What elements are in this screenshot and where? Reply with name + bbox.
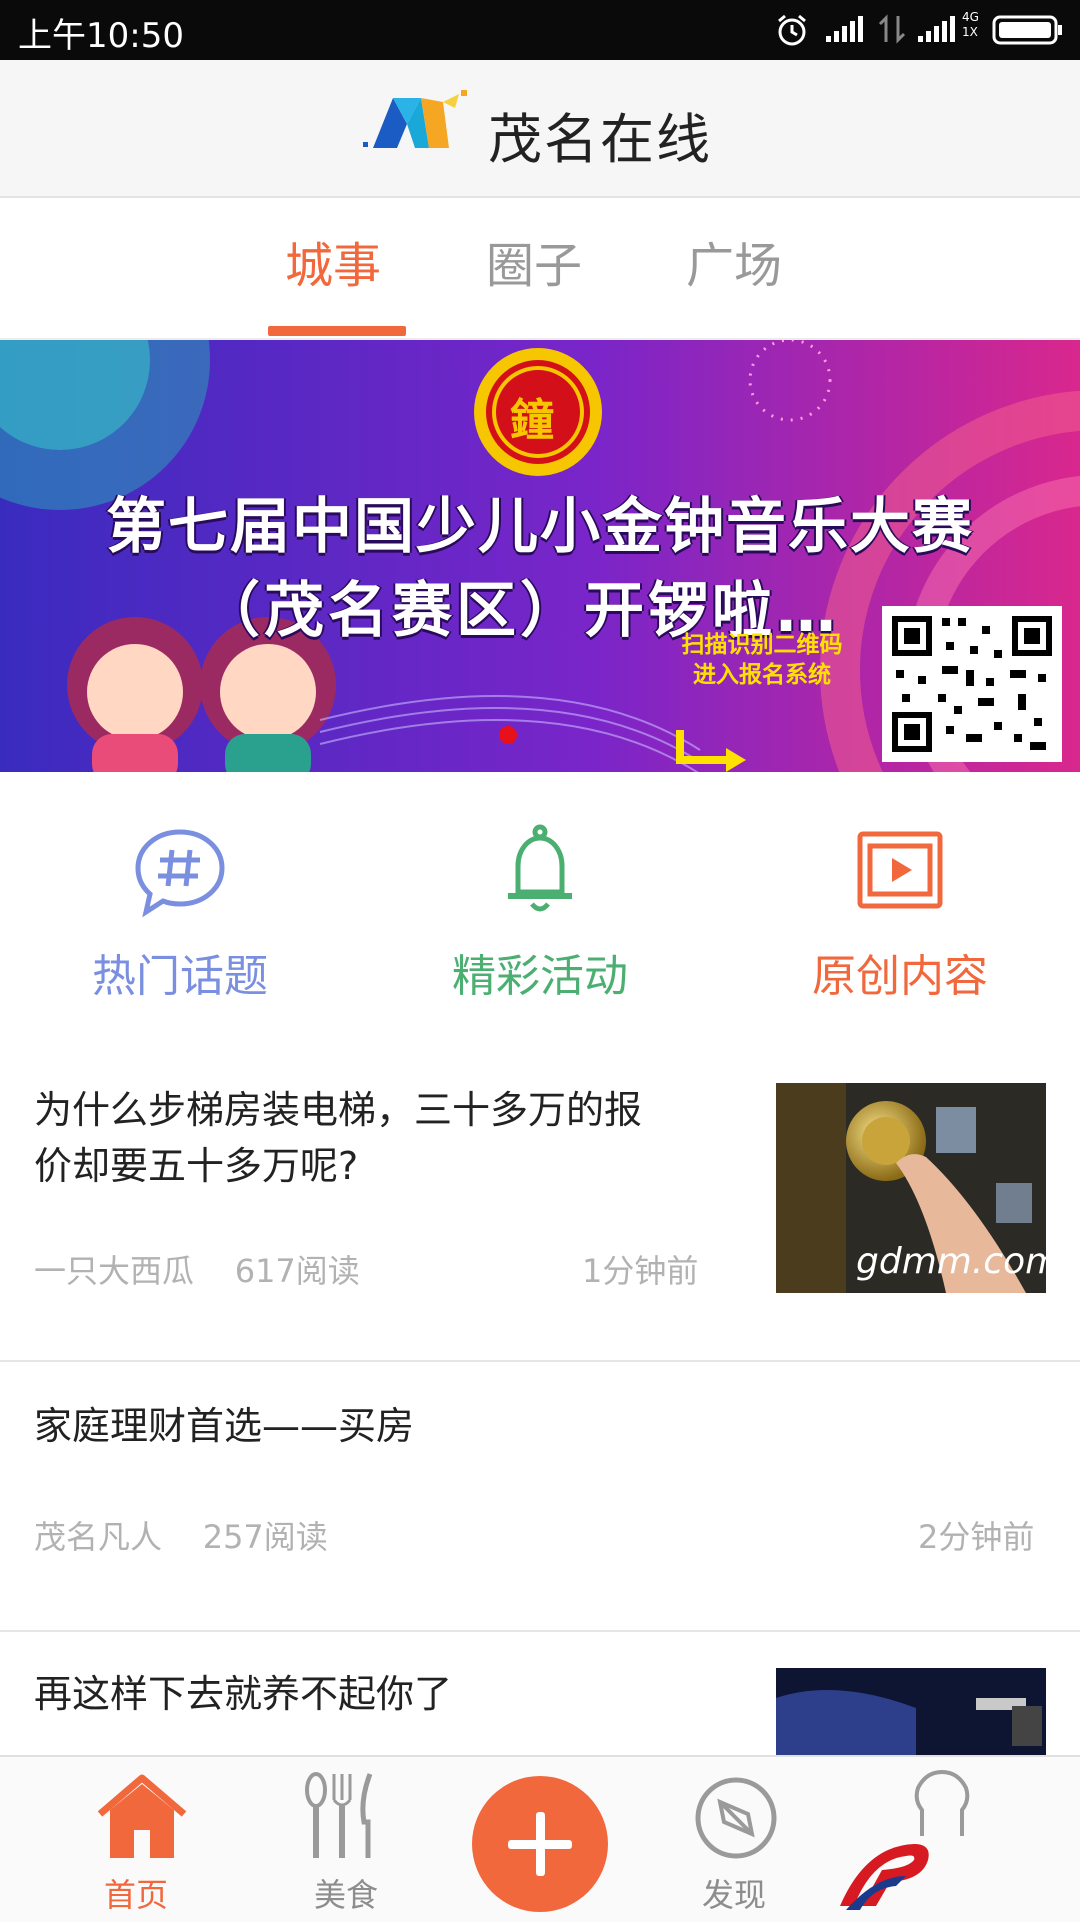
nav-label-food[interactable]: 美食 — [314, 1870, 378, 1916]
status-time: 上午10:50 — [18, 16, 184, 56]
article-item[interactable]: 家庭理财首选——买房 茂名凡人 257阅读 2分钟前 — [0, 1362, 1080, 1632]
network-type: 4G 1X — [962, 10, 979, 40]
article-title: 家庭理财首选——买房 — [34, 1404, 415, 1448]
alarm-icon — [778, 14, 806, 46]
cutlery-icon[interactable] — [302, 1770, 382, 1864]
article-author: 一只大西瓜 — [34, 1252, 195, 1290]
plus-icon — [536, 1812, 545, 1876]
banner-qr-caption-line1: 扫描识别二维码 — [681, 632, 843, 658]
article-time: 2分钟前 — [918, 1518, 1035, 1556]
profile-icon[interactable] — [912, 1770, 972, 1840]
article-author: 茂名凡人 — [34, 1518, 163, 1556]
banner-headline: 第七届中国少儿小金钟音乐大赛 — [106, 492, 974, 562]
banner-qr-caption-line2: 进入报名系统 — [693, 662, 831, 688]
sponsor-logo-icon — [840, 1844, 929, 1910]
article-meta: 茂名凡人 257阅读 — [34, 1512, 328, 1558]
quick-entry-label: 精彩活动 — [452, 951, 628, 1002]
compass-icon[interactable] — [692, 1774, 780, 1862]
quick-entry-activities[interactable]: 精彩活动 — [360, 800, 720, 1020]
article-thumbnail[interactable] — [776, 1668, 1046, 1758]
battery-icon — [992, 15, 1062, 45]
article-reads: 257阅读 — [202, 1518, 328, 1556]
signal-strength-icon — [918, 16, 955, 42]
tab-square[interactable]: 广场 — [686, 226, 782, 296]
article-reads: 617阅读 — [234, 1252, 360, 1290]
article-thumbnail[interactable]: gdmm.com — [776, 1083, 1046, 1293]
nav-label-home[interactable]: 首页 — [104, 1870, 168, 1916]
elevator-button-image: gdmm.com — [776, 1083, 1046, 1293]
qr-code-image — [882, 606, 1062, 762]
article-title-line: 价却要五十多万呢? — [34, 1144, 359, 1188]
quick-entry-original-content[interactable]: 原创内容 — [720, 800, 1080, 1020]
tab-active-indicator — [268, 326, 406, 336]
hashtag-chat-icon — [135, 829, 225, 918]
article-title: 再这样下去就养不起你了 — [34, 1672, 453, 1716]
signal-strength-icon — [826, 16, 863, 42]
banner-badge-glyph: 鐘 — [510, 395, 554, 446]
network-type-4g: 4G — [962, 10, 979, 24]
bell-icon — [508, 824, 572, 912]
article-meta: 一只大西瓜 617阅读 — [34, 1246, 360, 1292]
app-logo — [363, 90, 467, 148]
quick-entry-label: 热门话题 — [92, 951, 268, 1002]
nav-label-discover[interactable]: 发现 — [702, 1870, 766, 1916]
article-time: 1分钟前 — [582, 1252, 699, 1290]
network-type-1x: 1X — [962, 25, 978, 39]
carousel-indicator-dot[interactable] — [499, 726, 517, 744]
tab-city-news[interactable]: 城事 — [285, 226, 381, 296]
quick-entry-hot-topics[interactable]: 热门话题 — [0, 800, 360, 1020]
article-title: 为什么步梯房装电梯，三十多万的报 价却要五十多万呢? — [34, 1082, 642, 1194]
banner-carousel[interactable]: 鐘 第七届中国少儿小金钟音乐大赛 （茂名赛区）开锣啦… 扫描识别二维码 进入报名… — [0, 340, 1080, 772]
play-video-icon — [857, 831, 943, 909]
banner-qr-caption: 扫描识别二维码 进入报名系统 — [646, 630, 878, 690]
data-transfer-icon — [878, 14, 906, 44]
thumbnail-watermark: gdmm.com — [856, 1241, 1046, 1282]
article-title-line: 为什么步梯房装电梯，三十多万的报 — [34, 1088, 643, 1132]
car-fuel-image — [776, 1668, 1046, 1758]
app-title: 茂名在线 — [488, 108, 712, 171]
home-icon[interactable] — [94, 1774, 190, 1864]
quick-entry-label: 原创内容 — [812, 951, 988, 1002]
tab-circle[interactable]: 圈子 — [486, 226, 582, 296]
